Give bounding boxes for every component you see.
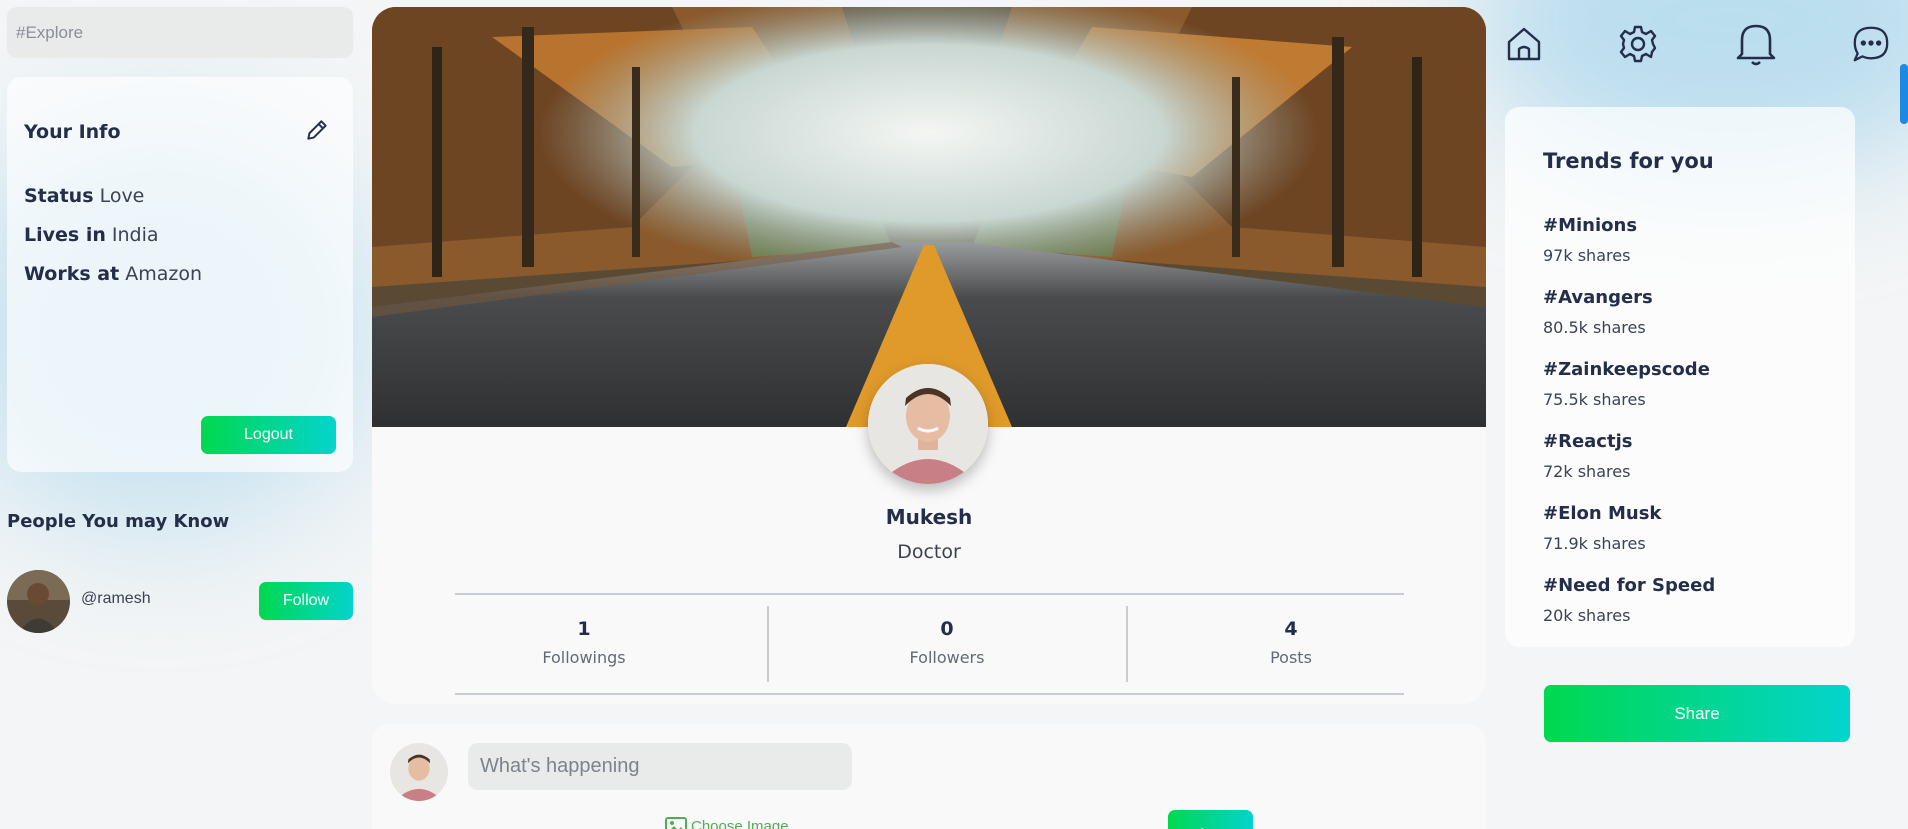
notification-bell-icon[interactable] — [1732, 18, 1780, 68]
trend-item[interactable]: #Zainkeepscode 75.5k shares — [1543, 359, 1710, 409]
stat-value: 4 — [1284, 618, 1298, 640]
stat-label: Posts — [1270, 648, 1312, 667]
stat-followers[interactable]: 0 Followers — [867, 618, 1027, 667]
people-you-may-know-title: People You may Know — [7, 511, 230, 532]
trend-tag: #Minions — [1543, 215, 1638, 236]
explore-search[interactable] — [7, 7, 353, 58]
stat-label: Followings — [542, 648, 626, 667]
logout-button[interactable]: Logout — [201, 416, 336, 454]
trend-shares: 75.5k shares — [1543, 390, 1646, 409]
person-handle[interactable]: @ramesh — [81, 590, 151, 608]
trend-item[interactable]: #Avangers 80.5k shares — [1543, 287, 1653, 337]
follow-button[interactable]: Follow — [259, 582, 353, 620]
profile-avatar[interactable] — [868, 364, 988, 484]
trend-shares: 72k shares — [1543, 462, 1631, 481]
avatar[interactable] — [7, 570, 70, 633]
trends-card: Trends for you #Minions 97k shares #Avan… — [1505, 107, 1855, 647]
trends-title: Trends for you — [1543, 149, 1714, 173]
stat-posts[interactable]: 4 Posts — [1211, 618, 1371, 667]
trend-tag: #Reactjs — [1543, 431, 1633, 452]
trend-item[interactable]: #Elon Musk 71.9k shares — [1543, 503, 1661, 553]
profile-name: Mukesh — [885, 505, 973, 529]
explore-search-input[interactable] — [16, 22, 344, 43]
home-icon[interactable] — [1502, 22, 1546, 66]
post-share-button[interactable]: Share — [1168, 810, 1253, 829]
trend-shares: 20k shares — [1543, 606, 1631, 625]
share-button[interactable]: Share — [1544, 685, 1850, 742]
scrollbar-thumb[interactable] — [1900, 64, 1908, 124]
trend-item[interactable]: #Need for Speed 20k shares — [1543, 575, 1715, 625]
info-label: Lives in — [24, 224, 106, 246]
info-status-row: Status Love — [24, 185, 144, 207]
divider — [455, 593, 1404, 595]
trend-item[interactable]: #Reactjs 72k shares — [1543, 431, 1632, 481]
info-value: Amazon — [125, 263, 203, 285]
info-label: Status — [24, 185, 94, 207]
info-value: India — [111, 224, 159, 246]
info-title: Your Info — [24, 121, 121, 143]
choose-image-button[interactable]: Choose Image — [665, 817, 789, 829]
divider — [455, 693, 1404, 695]
stat-value: 1 — [577, 618, 591, 640]
stat-separator — [1126, 606, 1128, 682]
your-info-card: Your Info Status Love Lives in India Wor… — [7, 77, 353, 472]
image-icon — [665, 817, 687, 829]
trend-shares: 71.9k shares — [1543, 534, 1646, 553]
trend-item[interactable]: #Minions 97k shares — [1543, 215, 1637, 265]
stat-followings[interactable]: 1 Followings — [504, 618, 664, 667]
trend-tag: #Need for Speed — [1543, 575, 1716, 596]
choose-image-label: Choose Image — [691, 817, 789, 829]
info-value: Love — [99, 185, 145, 207]
info-label: Works at — [24, 263, 120, 285]
edit-pencil-icon[interactable] — [304, 117, 330, 143]
trend-tag: #Elon Musk — [1543, 503, 1662, 524]
trend-shares: 97k shares — [1543, 246, 1631, 265]
settings-icon[interactable] — [1616, 22, 1660, 66]
trend-tag: #Zainkeepscode — [1543, 359, 1710, 380]
post-input-box[interactable] — [468, 743, 852, 790]
trend-shares: 80.5k shares — [1543, 318, 1646, 337]
chat-icon[interactable] — [1850, 22, 1892, 66]
info-works-row: Works at Amazon — [24, 263, 202, 285]
profile-role: Doctor — [897, 541, 961, 563]
info-lives-row: Lives in India — [24, 224, 159, 246]
stat-label: Followers — [909, 648, 985, 667]
profile-card — [372, 7, 1486, 704]
trend-tag: #Avangers — [1543, 287, 1653, 308]
post-input[interactable] — [480, 755, 840, 778]
stat-value: 0 — [940, 618, 954, 640]
avatar — [390, 743, 448, 801]
stat-separator — [767, 606, 769, 682]
